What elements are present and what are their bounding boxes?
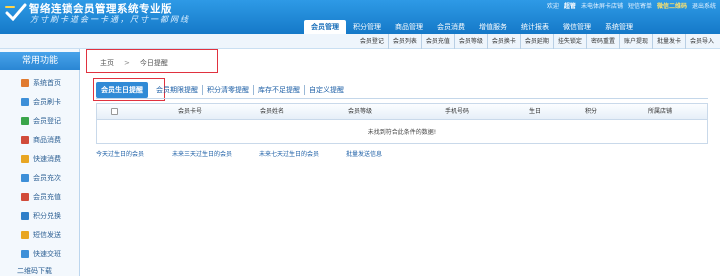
col-level: 会员等级 bbox=[347, 108, 372, 115]
user-add-icon bbox=[21, 117, 29, 125]
sidebar-item-label: 积分兑换 bbox=[33, 212, 61, 220]
sidebar-item-sms[interactable]: 短信发送 bbox=[0, 227, 80, 243]
user-icon bbox=[21, 174, 29, 182]
main-nav-system[interactable]: 系统管理 bbox=[598, 20, 640, 34]
sms-link[interactable]: 短信寄单 bbox=[628, 1, 652, 10]
sub-nav-level[interactable]: 会员等级 bbox=[453, 34, 487, 49]
breadcrumb-separator: > bbox=[124, 59, 130, 67]
main-nav-wechat[interactable]: 微信管理 bbox=[556, 20, 598, 34]
sidebar-item-label: 商品消费 bbox=[33, 136, 61, 144]
col-birthday: 生日 bbox=[528, 108, 541, 115]
sub-nav-change-card[interactable]: 会员换卡 bbox=[486, 34, 520, 49]
main-nav-consume[interactable]: 会员消费 bbox=[430, 20, 472, 34]
sidebar-item-recharge[interactable]: 会员充值 bbox=[0, 189, 80, 205]
col-store: 所属店铺 bbox=[647, 108, 672, 115]
current-user[interactable]: 超管 bbox=[564, 1, 576, 10]
app-slogan: 方寸刷卡道会一卡通，尺寸一都网线 bbox=[30, 15, 190, 24]
qrcode-link[interactable]: 微信二维码 bbox=[657, 1, 687, 10]
link-batch-send[interactable]: 批量发送信息 bbox=[346, 149, 382, 158]
tab-birthday-reminder[interactable]: 会员生日提醒 bbox=[96, 82, 148, 98]
reminder-tabs: 会员生日提醒 会员期限提醒 积分清零提醒 库存不足提醒 自定义提醒 bbox=[96, 82, 348, 98]
sidebar-item-label: 会员登记 bbox=[33, 117, 61, 125]
top-links: 欢迎 超管 未电体屏卡店铺 短信寄单 微信二维码 退出系统 bbox=[547, 1, 716, 10]
col-points: 积分 bbox=[584, 108, 597, 115]
sidebar-item-home[interactable]: 系统首页 bbox=[0, 75, 80, 91]
sidebar-item-shift[interactable]: 快速交班 bbox=[0, 246, 80, 262]
sidebar-item-label: 会员刷卡 bbox=[33, 98, 61, 106]
sub-nav-reset-password[interactable]: 密码重置 bbox=[585, 34, 619, 49]
sub-nav-withdraw[interactable]: 账户提现 bbox=[618, 34, 652, 49]
cart-icon bbox=[21, 136, 29, 144]
link-7days-birthday[interactable]: 未来七天过生日的会员 bbox=[259, 149, 319, 158]
sidebar-title: 常用功能 bbox=[0, 52, 80, 70]
logout-link[interactable]: 退出系统 bbox=[692, 1, 716, 10]
tab-stock-reminder[interactable]: 库存不足提醒 bbox=[253, 85, 304, 95]
shop-link[interactable]: 未电体屏卡店铺 bbox=[581, 1, 623, 10]
main-nav-reports[interactable]: 统计报表 bbox=[514, 20, 556, 34]
breadcrumb: 主页 > 今日提醒 bbox=[100, 58, 168, 68]
sidebar-item-label: 短信发送 bbox=[33, 231, 61, 239]
sidebar-item-label: 快速消费 bbox=[33, 155, 61, 163]
sub-nav-extend[interactable]: 会员延期 bbox=[519, 34, 553, 49]
sub-nav-register[interactable]: 会员登记 bbox=[356, 34, 388, 49]
sidebar-item-label: 会员充次 bbox=[33, 174, 61, 182]
breadcrumb-current: 今日提醒 bbox=[139, 59, 168, 67]
main-nav-value-added[interactable]: 增值服务 bbox=[472, 20, 514, 34]
main-nav-goods[interactable]: 商品管理 bbox=[388, 20, 430, 34]
sidebar-item-label: 快速交班 bbox=[33, 250, 61, 258]
link-today-birthday[interactable]: 今天过生日的会员 bbox=[96, 149, 144, 158]
sub-nav-batch-issue[interactable]: 批量发卡 bbox=[651, 34, 685, 49]
sub-nav-recharge[interactable]: 会员充值 bbox=[420, 34, 454, 49]
lightning-icon bbox=[21, 155, 29, 163]
sidebar: 常用功能 系统首页 会员刷卡 会员登记 商品消费 快速消费 会员充次 会员充值 … bbox=[0, 49, 80, 276]
select-all-checkbox[interactable] bbox=[111, 108, 118, 115]
sidebar-item-points-exchange[interactable]: 积分兑换 bbox=[0, 208, 80, 224]
sidebar-item-qrcode-download[interactable]: 二维码下载 bbox=[0, 263, 80, 276]
member-table: 会员卡号 会员姓名 会员等级 手机号码 生日 积分 所属店铺 未找到符合此条件的… bbox=[96, 103, 708, 144]
tab-custom-reminder[interactable]: 自定义提醒 bbox=[304, 85, 348, 95]
empty-message: 未找到符合此条件的数据! bbox=[367, 129, 437, 136]
col-name: 会员姓名 bbox=[259, 108, 284, 115]
home-icon bbox=[21, 79, 29, 87]
sidebar-item-recharge-times[interactable]: 会员充次 bbox=[0, 170, 80, 186]
grid-icon bbox=[21, 212, 29, 220]
envelope-icon bbox=[21, 231, 29, 239]
sub-nav-list[interactable]: 会员列表 bbox=[387, 34, 421, 49]
main-nav-points[interactable]: 积分管理 bbox=[346, 20, 388, 34]
col-card-no: 会员卡号 bbox=[177, 108, 202, 115]
sidebar-item-label: 系统首页 bbox=[33, 79, 61, 87]
sidebar-item-quick-consume[interactable]: 快速消费 bbox=[0, 151, 80, 167]
sidebar-item-register[interactable]: 会员登记 bbox=[0, 113, 80, 129]
sidebar-item-swipe-card[interactable]: 会员刷卡 bbox=[0, 94, 80, 110]
handover-icon bbox=[21, 250, 29, 258]
sub-nav: 会员登记 会员列表 会员充值 会员等级 会员换卡 会员延期 挂失锁定 密码重置 … bbox=[0, 34, 720, 49]
breadcrumb-home[interactable]: 主页 bbox=[100, 59, 114, 67]
welcome-text: 欢迎 bbox=[546, 3, 559, 10]
logo-icon bbox=[5, 3, 27, 21]
link-3days-birthday[interactable]: 未来三天过生日的会员 bbox=[172, 149, 232, 158]
main-nav: 会员管理 积分管理 商品管理 会员消费 增值服务 统计报表 微信管理 系统管理 bbox=[304, 20, 640, 34]
sidebar-item-label: 二维码下载 bbox=[17, 267, 52, 275]
table-header: 会员卡号 会员姓名 会员等级 手机号码 生日 积分 所属店铺 bbox=[97, 104, 707, 120]
main-nav-member[interactable]: 会员管理 bbox=[304, 20, 346, 34]
tab-divider bbox=[96, 98, 708, 99]
user-card-icon bbox=[21, 98, 29, 106]
col-phone: 手机号码 bbox=[444, 108, 469, 115]
sub-nav-lock[interactable]: 挂失锁定 bbox=[552, 34, 586, 49]
sub-nav-import[interactable]: 会员导入 bbox=[684, 34, 718, 49]
tab-points-reset-reminder[interactable]: 积分清零提醒 bbox=[202, 85, 253, 95]
sidebar-item-label: 会员充值 bbox=[33, 193, 61, 201]
app-header: 智络连锁会员管理系统专业版 方寸刷卡道会一卡通，尺寸一都网线 欢迎 超管 未电体… bbox=[0, 0, 720, 34]
tab-expiry-reminder[interactable]: 会员期限提醒 bbox=[152, 85, 202, 95]
money-icon bbox=[21, 193, 29, 201]
sidebar-item-goods-consume[interactable]: 商品消费 bbox=[0, 132, 80, 148]
